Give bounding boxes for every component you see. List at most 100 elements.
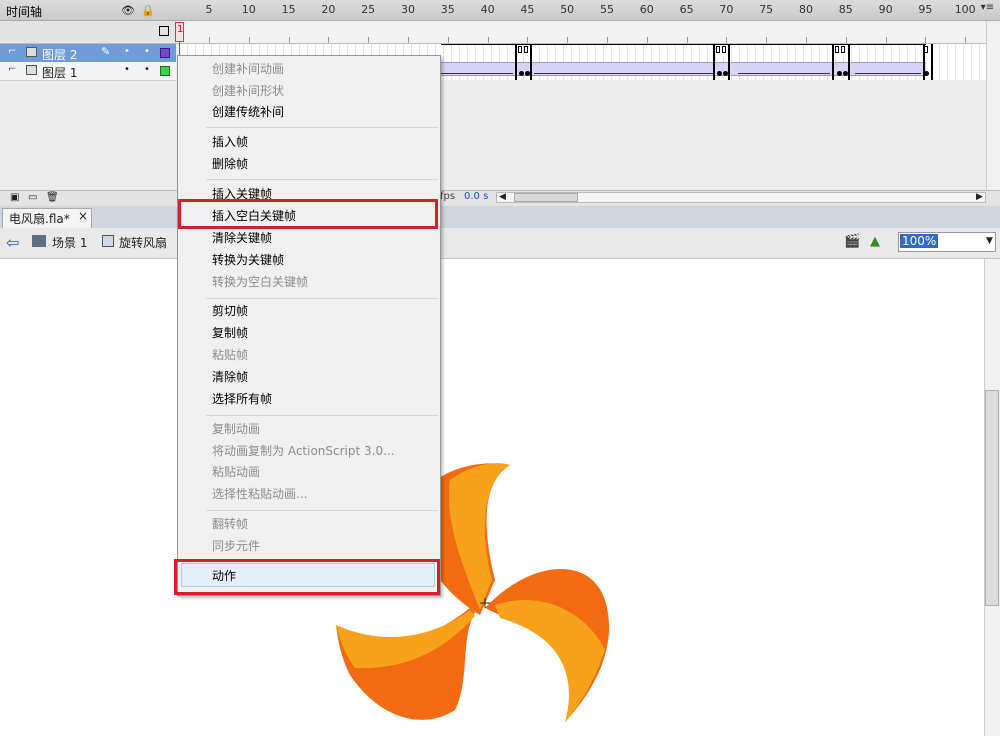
menu-item[interactable]: 创建传统补间 <box>212 103 284 120</box>
visibility-dot[interactable]: • <box>124 46 130 57</box>
scroll-thumb[interactable] <box>514 193 578 202</box>
keyframe-dot[interactable] <box>519 71 524 76</box>
chevron-down-icon[interactable]: ▼ <box>986 236 993 246</box>
ruler-tick <box>806 37 807 43</box>
ruler-tick <box>527 37 529 43</box>
menu-item[interactable]: 选择所有帧 <box>212 390 272 407</box>
blank-keyframe[interactable] <box>518 46 522 53</box>
timeline-vertical-scrollbar[interactable] <box>986 21 1000 190</box>
layer-header <box>0 21 176 44</box>
visibility-dot[interactable]: • <box>124 64 130 75</box>
frame-number-label: 45 <box>520 3 535 16</box>
scroll-left-icon[interactable]: ◀ <box>499 192 506 202</box>
keyframe-dot[interactable] <box>837 71 842 76</box>
frame-number-label: 5 <box>205 3 213 16</box>
layer-name[interactable]: 图层 1 <box>42 64 77 81</box>
scroll-right-icon[interactable]: ▶ <box>976 192 983 202</box>
ruler-tick <box>845 37 847 43</box>
edit-symbols-icon[interactable]: ▲ <box>870 234 880 249</box>
lock-dot[interactable]: • <box>144 46 150 57</box>
keyframe-line <box>832 44 834 80</box>
keyframe-dot[interactable] <box>525 71 530 76</box>
layer-row-2[interactable]: ⌐ 图层 2 ✎ • • <box>0 44 176 62</box>
ruler-tick <box>248 37 250 43</box>
blank-keyframe[interactable] <box>722 46 726 53</box>
frame-number-label: 40 <box>480 3 495 16</box>
keyframe-line <box>848 44 850 80</box>
keyframe-line <box>728 44 730 80</box>
layer-row-1[interactable]: ⌐ 图层 1 • • <box>0 62 176 81</box>
panel-menu-icon[interactable]: ▾≡ <box>981 2 994 13</box>
frame-number-label: 85 <box>838 3 853 16</box>
close-icon[interactable]: × <box>78 209 88 223</box>
edit-scene-icon[interactable]: 🎬 <box>844 234 860 249</box>
keyframe-line <box>530 44 532 80</box>
ruler-tick <box>209 37 210 43</box>
blank-keyframe[interactable] <box>924 46 928 53</box>
layer-color-swatch[interactable] <box>160 48 170 58</box>
frame-number-label: 30 <box>401 3 415 16</box>
layer-color-swatch[interactable] <box>160 66 170 76</box>
frame-number-label: 65 <box>679 3 694 16</box>
frame-ruler[interactable] <box>176 21 986 44</box>
menu-separator <box>206 127 438 128</box>
blank-keyframe[interactable] <box>835 46 839 53</box>
layer-name[interactable]: 图层 2 <box>42 46 77 63</box>
new-folder-icon[interactable]: ▭ <box>28 192 37 203</box>
ruler-tick <box>607 37 608 43</box>
layer-divider <box>441 44 926 45</box>
lock-dot[interactable]: • <box>144 64 150 75</box>
lock-icon[interactable]: 🔒 <box>141 4 155 17</box>
delete-layer-icon[interactable]: 🗑 <box>46 192 59 203</box>
eye-icon[interactable]: 👁 <box>121 4 135 17</box>
symbol-breadcrumb[interactable]: 旋转风扇 <box>119 234 167 251</box>
elapsed-time[interactable]: 0.0 s <box>464 191 488 202</box>
fps-label: fps <box>440 191 456 202</box>
ruler-tick <box>328 37 330 43</box>
symbol-icon <box>102 235 114 247</box>
frame-number-label: 50 <box>560 3 575 16</box>
menu-item: 粘贴动画 <box>212 465 261 479</box>
menu-item[interactable]: 插入帧 <box>212 133 248 150</box>
tween-arrow <box>441 73 513 74</box>
ruler-tick <box>965 37 967 43</box>
frame-number-label: 80 <box>799 3 813 16</box>
menu-item[interactable]: 复制帧 <box>212 324 248 341</box>
ruler-tick <box>925 37 927 43</box>
tween-arrow <box>855 73 921 74</box>
menu-item[interactable]: 剪切帧 <box>212 302 248 319</box>
menu-item: 同步元件 <box>212 539 261 553</box>
keyframe-dot[interactable] <box>843 71 848 76</box>
menu-item[interactable]: 删除帧 <box>212 155 248 172</box>
ruler-tick <box>686 37 688 43</box>
zoom-value[interactable]: 100% <box>900 234 939 248</box>
keyframe-line <box>713 44 715 80</box>
blank-keyframe[interactable] <box>716 46 720 53</box>
layer-icon <box>26 47 37 57</box>
frame-number-label: 35 <box>440 3 455 16</box>
scroll-thumb[interactable] <box>985 390 999 606</box>
menu-item: 将动画复制为 ActionScript 3.0... <box>212 444 395 458</box>
keyframe-dot[interactable] <box>924 71 929 76</box>
ruler-tick <box>567 37 569 43</box>
menu-item[interactable]: 转换为关键帧 <box>212 251 284 268</box>
menu-item[interactable]: 清除关键帧 <box>212 229 272 246</box>
tween-arrow <box>738 73 830 74</box>
menu-separator <box>206 415 438 416</box>
document-tab-bar <box>0 206 1000 229</box>
frame-number-label: 60 <box>639 3 654 16</box>
ruler-tick <box>368 37 370 43</box>
blank-keyframe[interactable] <box>841 46 845 53</box>
keyframe-dot[interactable] <box>723 71 728 76</box>
outline-icon[interactable] <box>159 26 169 36</box>
tween-arrow <box>534 73 714 74</box>
scene-breadcrumb[interactable]: 场景 1 <box>52 234 87 251</box>
new-layer-icon[interactable]: ▣ <box>10 192 19 203</box>
keyframe-dot[interactable] <box>717 71 722 76</box>
document-tab-label[interactable]: 电风扇.fla* <box>9 210 70 227</box>
ruler-tick <box>288 37 290 43</box>
blank-keyframe[interactable] <box>524 46 528 53</box>
back-arrow-icon[interactable]: ⇦ <box>6 233 19 252</box>
keyframe-line <box>515 44 517 80</box>
menu-item[interactable]: 清除帧 <box>212 368 248 385</box>
